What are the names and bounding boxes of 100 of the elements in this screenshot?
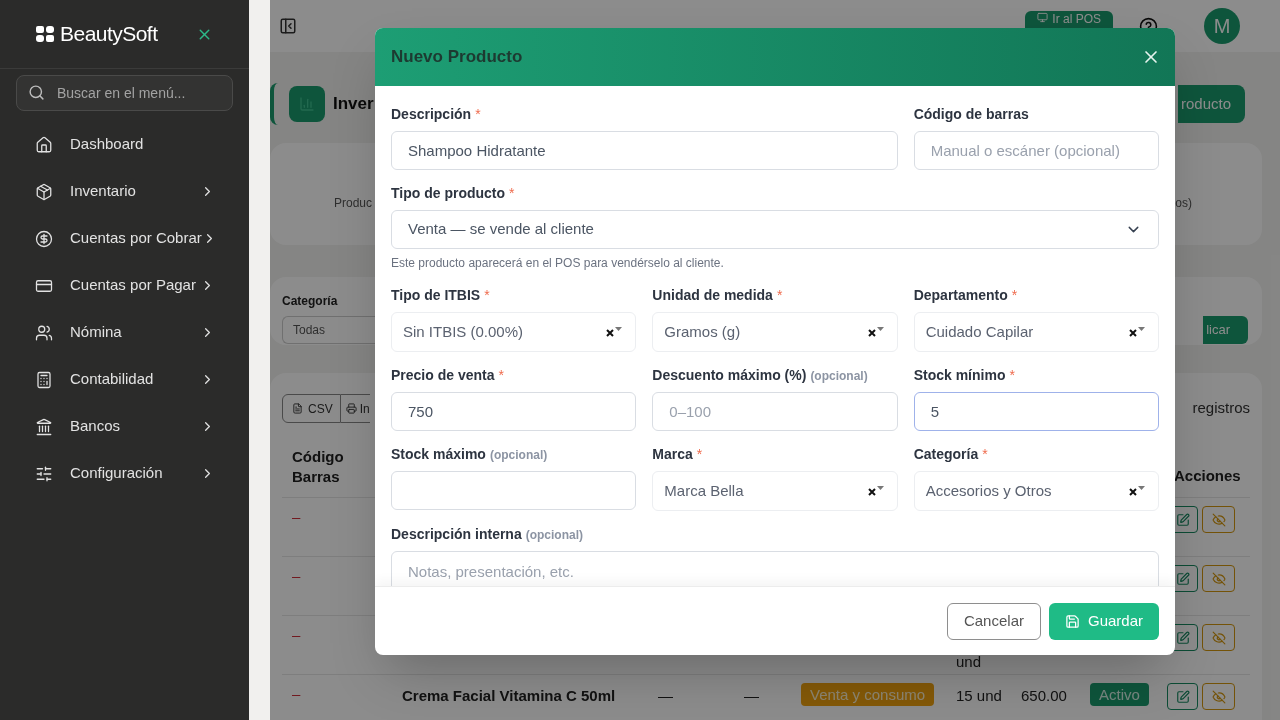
required-mark: * <box>696 445 703 464</box>
field-label: Tipo de producto <box>391 184 506 203</box>
clear-dropdown-icon[interactable] <box>1129 326 1145 338</box>
sidebar-toggle-icon[interactable] <box>279 17 297 35</box>
field-label: Unidad de medida <box>652 286 773 305</box>
clear-dropdown-icon[interactable] <box>867 326 884 338</box>
edit-icon <box>1175 630 1190 645</box>
save-icon <box>1064 613 1080 629</box>
page-title: Inver <box>333 93 374 116</box>
status-badge: Activo <box>1090 683 1149 706</box>
required-mark: * <box>509 184 515 203</box>
table-cell-text: und <box>955 652 983 672</box>
required-mark: * <box>1011 286 1018 305</box>
sidebar-item[interactable]: Contabilidad <box>0 356 249 403</box>
textarea-field[interactable]: Notas, presentación, etc. <box>391 551 1159 586</box>
table-cell-text: – <box>291 507 302 527</box>
cancel-button[interactable]: Cancelar <box>946 602 1041 640</box>
required-mark: * <box>498 366 504 385</box>
field-hint: Este producto aparecerá en el POS para vendérselo al cliente. <box>391 255 725 272</box>
table-cell-text: – <box>291 684 302 704</box>
box-icon <box>35 182 53 201</box>
field-label: Categoría <box>913 445 979 464</box>
eye-off-icon <box>1211 571 1226 586</box>
eye-off-icon <box>1211 512 1226 527</box>
edit-icon <box>1175 571 1190 586</box>
clear-dropdown-icon[interactable] <box>1129 485 1145 497</box>
clear-dropdown-icon[interactable] <box>606 326 623 338</box>
dollar-icon <box>35 229 53 248</box>
sidebar-item[interactable]: Inventario <box>0 168 249 215</box>
text-field[interactable]: 0–100 <box>652 392 898 431</box>
required-mark: * <box>776 286 783 305</box>
text-field[interactable] <box>391 471 637 510</box>
edit-icon <box>1175 689 1190 704</box>
field-label: Departamento <box>913 286 1008 305</box>
users-icon <box>35 323 53 342</box>
column-header: Código Barras <box>291 447 345 487</box>
eye-off-icon <box>1211 689 1226 704</box>
field-label: Precio de venta <box>391 366 495 385</box>
required-mark: * <box>982 445 988 464</box>
combo-field[interactable]: Marca Bella <box>652 471 898 511</box>
field-label: Marca <box>652 445 693 464</box>
dialog-title: Nuevo Producto <box>391 46 523 69</box>
page-size-label: registros <box>1192 398 1250 419</box>
sliders-icon <box>35 464 53 483</box>
text-field[interactable]: 5 <box>913 392 1159 431</box>
filter-label: Categoría <box>282 293 339 310</box>
export-button[interactable]: CSV <box>282 394 341 423</box>
combo-field[interactable]: Sin ITBIS (0.00%) <box>391 312 637 352</box>
field-label: Stock máximo <box>391 445 486 464</box>
combo-field[interactable]: Gramos (g) <box>652 312 898 352</box>
bank-icon <box>35 417 53 436</box>
logo-icon <box>36 26 54 42</box>
home-icon <box>35 135 53 154</box>
column-header: Acciones <box>1173 465 1242 486</box>
field-label: Stock mínimo <box>913 366 1006 385</box>
table-cell-text: 650.00 <box>1020 686 1068 706</box>
sidebar-item[interactable]: Dashboard <box>0 121 249 168</box>
type-badge: Venta y consumo <box>801 683 935 706</box>
text-field[interactable]: 750 <box>391 392 637 431</box>
calculator-icon <box>35 370 53 389</box>
text-field[interactable]: Shampoo Hidratante <box>391 131 898 170</box>
search-icon <box>28 84 45 101</box>
field-label: Tipo de ITBIS <box>391 286 481 305</box>
sidebar-item[interactable]: Cuentas por Cobrar <box>0 215 249 262</box>
table-cell-text: — <box>743 686 760 706</box>
required-mark: * <box>484 286 490 305</box>
brand-name: BeautySoft <box>60 21 158 48</box>
stat-label: Produc <box>334 195 373 212</box>
sidebar-item[interactable]: Nómina <box>0 309 249 356</box>
table-cell-text: — <box>657 686 674 706</box>
optional-note: (opcional) <box>810 368 868 385</box>
combo-field[interactable]: Cuidado Capilar <box>913 312 1159 352</box>
menu-search-field[interactable]: Buscar en el menú... <box>16 75 233 111</box>
eye-off-icon <box>1211 630 1226 645</box>
table-cell-text: Crema Facial Vitamina C 50ml <box>401 686 617 706</box>
field-label: Descuento máximo (%) <box>652 366 807 385</box>
sidebar-item[interactable]: Cuentas por Pagar <box>0 262 249 309</box>
file-icon <box>292 403 303 414</box>
monitor-icon <box>1037 12 1049 23</box>
edit-icon <box>1175 512 1190 527</box>
printer-icon <box>345 403 357 414</box>
select-field[interactable]: Venta — se vende al cliente <box>391 210 1159 249</box>
optional-note: (opcional) <box>489 447 548 464</box>
field-label: Descripción <box>391 105 472 124</box>
field-label: Descripción interna <box>391 525 522 544</box>
optional-note: (opcional) <box>525 527 584 544</box>
category-select[interactable]: Todas <box>282 316 375 344</box>
table-cell-text: – <box>291 566 302 586</box>
table-cell-text: – <box>291 625 302 645</box>
combo-field[interactable]: Accesorios y Otros <box>913 471 1159 511</box>
required-mark: * <box>1009 366 1015 385</box>
table-cell-text: 15 und <box>955 686 1003 706</box>
sidebar-item[interactable]: Configuración <box>0 450 249 497</box>
stat-label: os) <box>1175 195 1192 212</box>
clear-dropdown-icon[interactable] <box>867 485 884 497</box>
field-label: Código de barras <box>913 105 1029 124</box>
text-field[interactable]: Manual o escáner (opcional) <box>913 131 1159 170</box>
required-mark: * <box>475 105 481 124</box>
export-button[interactable]: In <box>340 394 370 423</box>
sidebar-item[interactable]: Bancos <box>0 403 249 450</box>
